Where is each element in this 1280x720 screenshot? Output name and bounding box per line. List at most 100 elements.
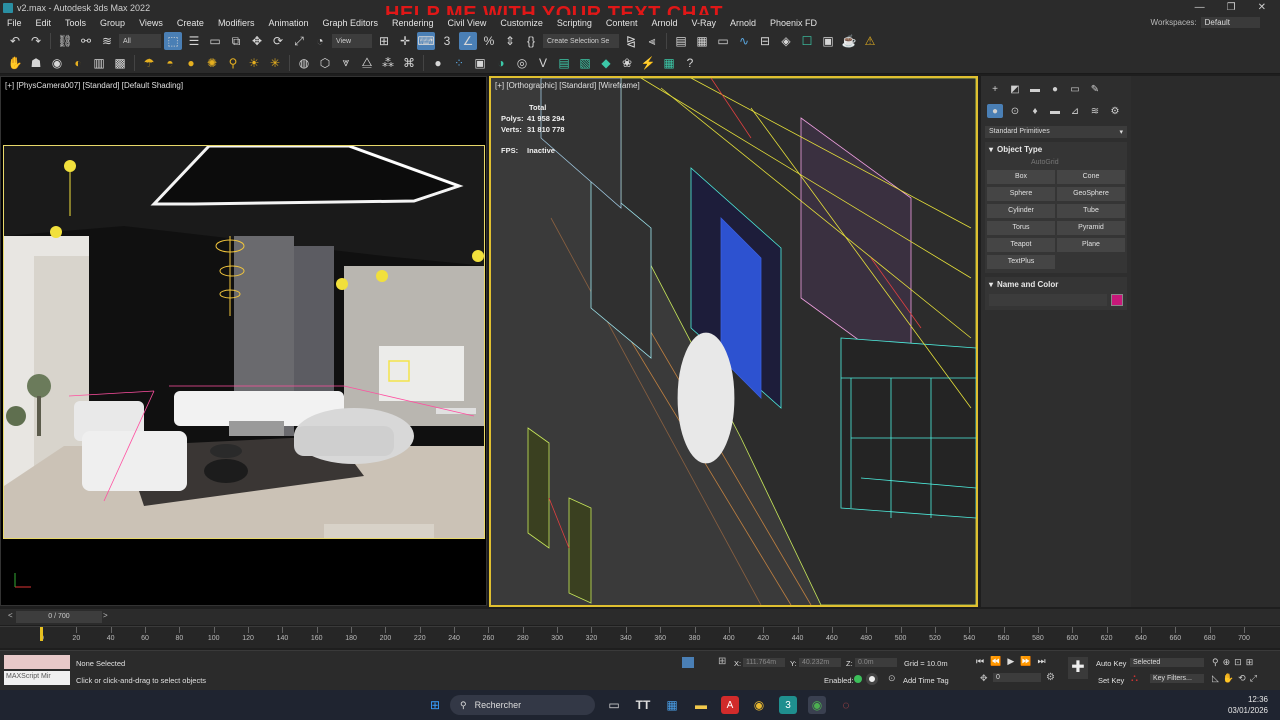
chrome-icon[interactable]: ◉ — [750, 696, 768, 714]
sphere-light-icon[interactable]: ● — [182, 54, 200, 72]
name-color-header[interactable]: ▾ Name and Color — [985, 277, 1127, 292]
rectangular-selection-icon[interactable]: ▭ — [206, 32, 224, 50]
add-time-tag[interactable]: Add Time Tag — [903, 676, 949, 685]
scene-explorer-icon[interactable]: ▤ — [672, 32, 690, 50]
schematic-view-icon[interactable]: ⊟ — [756, 32, 774, 50]
window-crossing-icon[interactable]: ⧉ — [227, 32, 245, 50]
select-object-icon[interactable]: ⬚ — [164, 32, 182, 50]
menu-tools[interactable]: Tools — [58, 18, 93, 28]
sphere-button[interactable]: Sphere — [987, 187, 1055, 201]
motion-tab-icon[interactable]: ● — [1047, 82, 1063, 96]
set-key-button[interactable]: Set Key — [1098, 676, 1124, 685]
zoom-all-icon[interactable]: ⊕ — [1223, 657, 1231, 668]
ribbon-toggle-icon[interactable]: ▭ — [714, 32, 732, 50]
task-view-icon[interactable]: ▭ — [605, 696, 623, 714]
3dsmax-taskbar-icon[interactable]: 3 — [779, 696, 797, 714]
system-clock[interactable]: 12:36 03/01/2026 — [1228, 694, 1268, 716]
torus-button[interactable]: Torus — [987, 221, 1055, 235]
menu-animation[interactable]: Animation — [261, 18, 315, 28]
bind-space-warp-icon[interactable]: ≋ — [98, 32, 116, 50]
vray-proxy-icon[interactable]: ▥ — [90, 54, 108, 72]
light-tool-1-icon[interactable]: ☂ — [140, 54, 158, 72]
edit-named-selection-icon[interactable]: {} — [522, 32, 540, 50]
vray-light-icon[interactable]: ◐ — [69, 54, 87, 72]
time-cursor[interactable] — [40, 627, 43, 641]
z-coord-field[interactable]: 0.0m — [855, 658, 897, 667]
lights-mix-icon[interactable]: ⚡ — [639, 54, 657, 72]
mirror-icon[interactable]: ⧎ — [622, 32, 640, 50]
hand-icon[interactable]: ✋ — [6, 54, 24, 72]
align-icon[interactable]: ⫷ — [643, 32, 661, 50]
space-warps-icon[interactable]: ≋ — [1087, 104, 1103, 118]
track-bar[interactable]: 0204060801001201401601802002202402602803… — [0, 626, 1280, 648]
set-key-icon[interactable]: ✚ — [1068, 657, 1088, 679]
menu-civil-view[interactable]: Civil View — [441, 18, 494, 28]
particles-icon[interactable]: ⁘ — [450, 54, 468, 72]
geosphere-button[interactable]: GeoSphere — [1057, 187, 1125, 201]
orthographic-viewport[interactable]: [+] [Orthographic] [Standard] [Wireframe… — [489, 76, 978, 607]
absolute-mode-icon[interactable]: ⊞ — [718, 656, 726, 667]
menu-scripting[interactable]: Scripting — [550, 18, 599, 28]
acrobat-icon[interactable]: A — [721, 696, 739, 714]
key-filters-button[interactable]: Key Filters... — [1150, 674, 1204, 683]
y-coord-field[interactable]: 40.232m — [799, 658, 841, 667]
menu-content[interactable]: Content — [599, 18, 645, 28]
layers-icon[interactable]: ▦ — [660, 54, 678, 72]
zoom-extents-icon[interactable]: ⊡ — [1234, 657, 1242, 668]
helpers-icon[interactable]: ⊿ — [1067, 104, 1083, 118]
curve-editor-icon[interactable]: ∿ — [735, 32, 753, 50]
box-button[interactable]: Box — [987, 170, 1055, 184]
plane-button[interactable]: Plane — [1057, 238, 1125, 252]
menu-group[interactable]: Group — [93, 18, 132, 28]
teapot-button[interactable]: Teapot — [987, 238, 1055, 252]
object-color-swatch[interactable] — [1111, 294, 1123, 306]
tiktok-icon[interactable]: TT — [634, 696, 652, 714]
menu-vray[interactable]: V-Ray — [684, 18, 723, 28]
object-name-input[interactable] — [989, 294, 1107, 306]
geometry-icon[interactable]: ● — [987, 104, 1003, 118]
cylinder-button[interactable]: Cylinder — [987, 204, 1055, 218]
time-slider-thumb[interactable]: 0 / 700 — [16, 611, 102, 623]
taskbar-search[interactable]: ⚲ Rechercher — [450, 695, 595, 715]
menu-edit[interactable]: Edit — [29, 18, 59, 28]
grey-ball-icon[interactable]: ● — [429, 54, 447, 72]
restore-button[interactable]: ❐ — [1227, 2, 1236, 13]
enabled-indicator-icon[interactable] — [854, 675, 862, 683]
viewport-label[interactable]: [+] [Orthographic] [Standard] [Wireframe… — [495, 81, 640, 90]
maximize-viewport-icon[interactable]: ⤢ — [1250, 673, 1257, 684]
vray-taskbar-icon[interactable]: ◌ — [837, 696, 855, 714]
camera-render-view[interactable] — [3, 145, 485, 539]
liquid-source-icon[interactable]: ◑ — [492, 54, 510, 72]
vray-render-icon[interactable]: ◎ — [513, 54, 531, 72]
vray-material-icon[interactable]: ▩ — [111, 54, 129, 72]
vray-fur-icon[interactable]: ⩔ — [337, 54, 355, 72]
shapes-icon[interactable]: ⊙ — [1007, 104, 1023, 118]
help-icon[interactable]: ? — [681, 54, 699, 72]
previous-key-icon[interactable]: ⏪ — [990, 656, 1001, 667]
menu-create[interactable]: Create — [170, 18, 211, 28]
vray-bitmap-icon[interactable]: ▧ — [576, 54, 594, 72]
redo-icon[interactable]: ↷ — [27, 32, 45, 50]
vray-clipper-icon[interactable]: ⧋ — [358, 54, 376, 72]
tube-button[interactable]: Tube — [1057, 204, 1125, 218]
zoom-extents-all-icon[interactable]: ⊞ — [1246, 657, 1254, 668]
display-tab-icon[interactable]: ▭ — [1067, 82, 1083, 96]
field-of-view-icon[interactable]: ◺ — [1212, 673, 1219, 684]
render-setup-icon[interactable]: ☐ — [798, 32, 816, 50]
spinner-snap-icon[interactable]: ⇕ — [501, 32, 519, 50]
textplus-button[interactable]: TextPlus — [987, 255, 1055, 269]
maxscript-mini-listener[interactable]: MAXScript Mir — [4, 671, 70, 685]
light-lister-icon[interactable]: ✳ — [266, 54, 284, 72]
select-scale-icon[interactable]: ⤢ — [290, 32, 308, 50]
next-key-icon[interactable]: ⏩ — [1020, 656, 1031, 667]
store-icon[interactable]: ▦ — [663, 696, 681, 714]
x-coord-field[interactable]: 111.764m — [743, 658, 785, 667]
fire-source-icon[interactable]: ▣ — [471, 54, 489, 72]
light-tool-2-icon[interactable]: ◓ — [161, 54, 179, 72]
angle-snap-icon[interactable]: ∠ — [459, 32, 477, 50]
selection-filter-dropdown[interactable]: All — [119, 34, 161, 48]
isolate-selection-icon[interactable] — [682, 657, 694, 668]
windows-start-icon[interactable]: ⊞ — [426, 696, 444, 714]
lights-icon[interactable]: ♦ — [1027, 104, 1043, 118]
viewport-label[interactable]: [+] [PhysCamera007] [Standard] [Default … — [5, 81, 183, 90]
